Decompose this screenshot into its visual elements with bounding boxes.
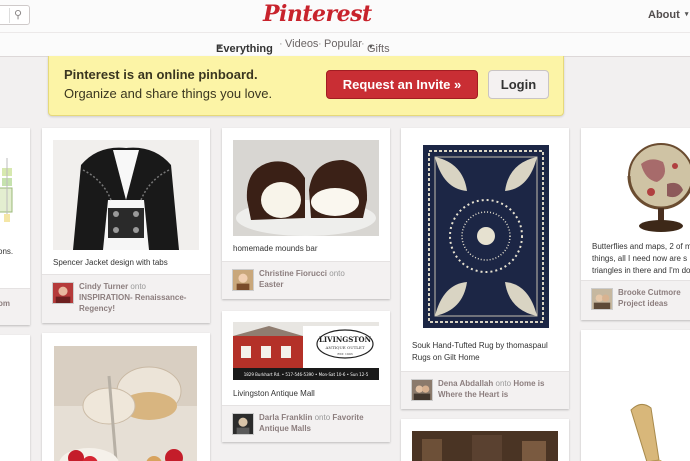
onto-text: onto bbox=[495, 379, 512, 388]
pin-description-line: triangles in there and I'm do bbox=[592, 266, 690, 275]
pin-attribution: Brooke Cutmore Project ideas bbox=[581, 280, 690, 320]
board-link[interactable]: Easter bbox=[259, 280, 283, 289]
pin-card[interactable] bbox=[0, 335, 30, 461]
nav-separator: · bbox=[361, 38, 365, 50]
pinterest-logo[interactable]: Pinterest bbox=[263, 1, 372, 29]
pin-image[interactable] bbox=[423, 145, 549, 328]
pin-image[interactable] bbox=[233, 140, 379, 236]
pin-credit: Dena Abdallah onto Home is Where the Hea… bbox=[438, 378, 563, 400]
pin-card[interactable] bbox=[42, 333, 210, 461]
user-link[interactable]: Brooke Cutmore bbox=[618, 288, 681, 297]
top-bar: ⚲ Pinterest About ▾ bbox=[0, 0, 690, 32]
pin-card[interactable]: LIVINGSTON ANTIQUE OUTLET EST. 1993 1829… bbox=[222, 311, 390, 442]
user-link[interactable]: Cindy Turner bbox=[79, 282, 128, 291]
nav-everything-label: Everything bbox=[216, 43, 273, 55]
pin-image[interactable] bbox=[621, 136, 690, 236]
search-icon[interactable]: ⚲ bbox=[9, 8, 26, 23]
pin-attribution: Darla Franklin onto Favorite Antique Mal… bbox=[222, 405, 390, 442]
banner-subline: Organize and share things you love. bbox=[64, 86, 273, 101]
pin-description: Butterflies and maps, 2 of m things, all… bbox=[592, 241, 690, 277]
avatar[interactable] bbox=[52, 282, 74, 304]
about-menu[interactable]: About ▾ bbox=[648, 9, 688, 21]
search-box[interactable]: ⚲ bbox=[0, 5, 30, 25]
dessert-image bbox=[54, 346, 197, 461]
pin-description: Livingston Antique Mall bbox=[233, 389, 315, 398]
pin-card[interactable]: Spencer Jacket design with tabs Cindy Tu… bbox=[42, 128, 210, 323]
pin-description-text: ons. bbox=[0, 247, 14, 256]
pin-attribution: Cindy Turner onto INSPIRATION- Renaissan… bbox=[42, 274, 210, 323]
avatar[interactable] bbox=[232, 269, 254, 291]
avatar[interactable] bbox=[591, 288, 613, 310]
pin-image[interactable] bbox=[53, 140, 199, 250]
board-link[interactable]: om bbox=[0, 299, 10, 308]
user-link[interactable]: Christine Fiorucci bbox=[259, 269, 327, 278]
mounds-bar-image bbox=[233, 140, 379, 236]
chevron-down-icon: ▾ bbox=[218, 44, 222, 51]
pin-credit: Cindy Turner onto INSPIRATION- Renaissan… bbox=[79, 281, 204, 314]
pin-image[interactable] bbox=[412, 431, 558, 461]
nav-videos[interactable]: Videos bbox=[285, 38, 318, 50]
globe-image bbox=[621, 136, 690, 236]
login-button[interactable]: Login bbox=[488, 70, 549, 99]
pin-image[interactable] bbox=[601, 390, 690, 461]
pin-description: Spencer Jacket design with tabs bbox=[53, 258, 168, 267]
category-nav: Everything ▾ · Videos · Popular · Gifts ▾ bbox=[0, 32, 690, 57]
about-label: About bbox=[648, 9, 680, 21]
sign-sub: ANTIQUE OUTLET bbox=[324, 345, 364, 350]
onto-text: onto bbox=[329, 269, 345, 278]
pin-description-line: things, all I need now are s bbox=[592, 254, 688, 263]
invite-banner: Pinterest is an online pinboard. Organiz… bbox=[48, 56, 564, 116]
pin-card[interactable] bbox=[401, 419, 569, 461]
nav-separator: · bbox=[279, 38, 283, 50]
antique-mall-image: LIVINGSTON ANTIQUE OUTLET EST. 1993 1829… bbox=[233, 322, 379, 380]
pin-card[interactable]: Butterflies and maps, 2 of m things, all… bbox=[581, 128, 690, 320]
pin-card[interactable]: homemade mounds bar Christine Fiorucci o… bbox=[222, 128, 390, 299]
interior-image bbox=[412, 431, 558, 461]
user-link[interactable]: Dena Abdallah bbox=[438, 379, 493, 388]
chevron-down-icon: ▾ bbox=[369, 44, 373, 51]
pin-description: ons. bbox=[0, 246, 28, 258]
onto-text: onto bbox=[130, 282, 146, 291]
jacket-image bbox=[53, 140, 199, 250]
pin-image[interactable]: LIVINGSTON ANTIQUE OUTLET EST. 1993 1829… bbox=[233, 322, 379, 380]
pin-card[interactable]: Souk Hand-Tufted Rug by thomaspaul Rugs … bbox=[401, 128, 569, 409]
pin-credit: Christine Fiorucci onto Easter bbox=[259, 268, 384, 290]
board-link[interactable]: Project ideas bbox=[618, 299, 668, 308]
request-invite-button[interactable]: Request an Invite » bbox=[326, 70, 478, 99]
pin-image[interactable] bbox=[0, 148, 30, 238]
pin-card[interactable]: ons. om bbox=[0, 128, 30, 325]
pin-description: homemade mounds bar bbox=[233, 244, 318, 253]
nav-separator: · bbox=[318, 38, 322, 50]
chevron-down-icon: ▾ bbox=[684, 11, 689, 18]
onto-text: onto bbox=[314, 413, 331, 422]
pin-credit: Brooke Cutmore Project ideas bbox=[618, 287, 690, 309]
map-chart-image bbox=[0, 158, 13, 222]
pin-card[interactable] bbox=[581, 330, 690, 461]
avatar[interactable] bbox=[411, 379, 433, 401]
pin-credit: Darla Franklin onto Favorite Antique Mal… bbox=[259, 412, 384, 434]
user-link[interactable]: Darla Franklin bbox=[259, 413, 312, 422]
sign-name: LIVINGSTON bbox=[319, 335, 372, 344]
board-link[interactable]: INSPIRATION- Renaissance-Regency! bbox=[79, 293, 186, 313]
banner-headline: Pinterest is an online pinboard. bbox=[64, 67, 258, 82]
avatar[interactable] bbox=[232, 413, 254, 435]
sign-est: EST. 1993 bbox=[337, 352, 352, 356]
nav-popular[interactable]: Popular bbox=[324, 38, 362, 50]
shoe-image bbox=[601, 390, 690, 461]
sign-bar: 1829 Burkhart Rd. • 517-546-5390 • Mon-S… bbox=[244, 372, 369, 377]
pin-attribution: om bbox=[0, 288, 30, 325]
pin-attribution: Christine Fiorucci onto Easter bbox=[222, 261, 390, 299]
pin-attribution: Dena Abdallah onto Home is Where the Hea… bbox=[401, 371, 569, 409]
pin-description-line: Butterflies and maps, 2 of m bbox=[592, 242, 690, 251]
rug-image bbox=[423, 145, 549, 328]
pin-image[interactable] bbox=[54, 346, 197, 461]
pin-description: Souk Hand-Tufted Rug by thomaspaul Rugs … bbox=[412, 341, 548, 362]
